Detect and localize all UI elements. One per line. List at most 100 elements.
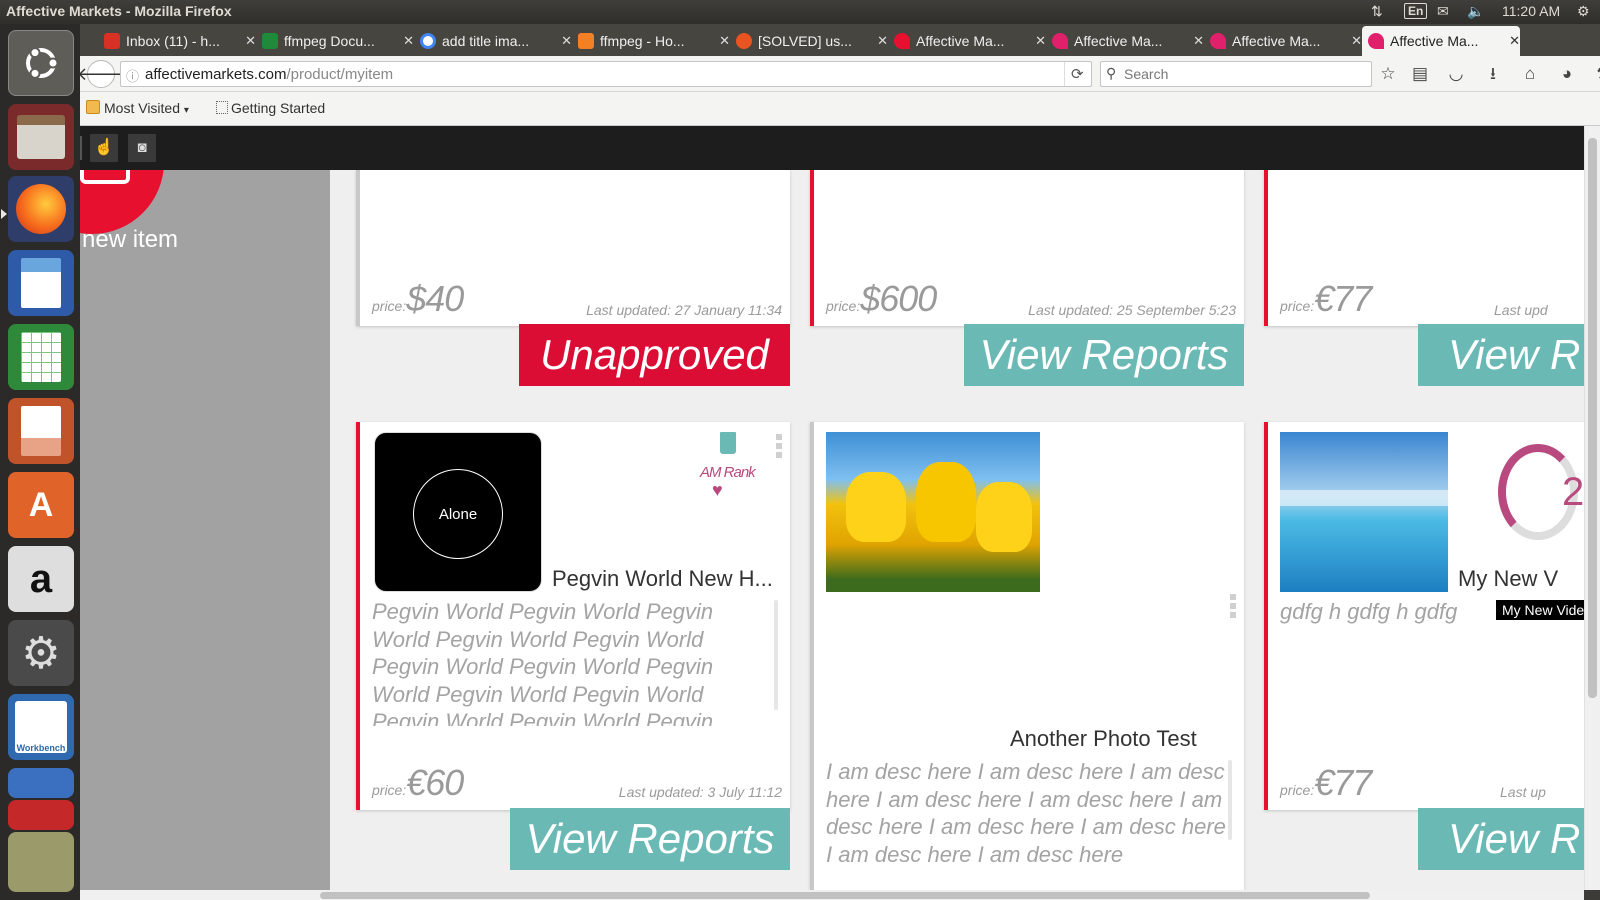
product-card[interactable]: price:€77 Last upd bbox=[1264, 170, 1584, 326]
libreoffice-calc-icon[interactable] bbox=[8, 324, 74, 390]
affective-icon bbox=[894, 33, 910, 49]
product-card[interactable]: price:$600 Last updated: 25 September 5:… bbox=[810, 170, 1244, 326]
affective-icon bbox=[1368, 33, 1384, 49]
description-scrollbar[interactable] bbox=[774, 600, 778, 710]
getting-started-link[interactable]: Getting Started bbox=[231, 100, 325, 116]
url-bar[interactable]: ⓘ affectivemarkets.com/product/myitem ⟳ bbox=[120, 61, 1092, 87]
tab-gmail[interactable]: Inbox (11) - h... ✕ bbox=[98, 26, 256, 56]
tab-stackoverflow[interactable]: ffmpeg - Ho... ✕ bbox=[572, 26, 730, 56]
product-card[interactable]: price:$40 Last updated: 27 January 11:34 bbox=[356, 170, 790, 326]
heart-icon[interactable]: ♥ bbox=[712, 480, 723, 501]
unapproved-button[interactable]: Unapproved bbox=[519, 324, 790, 386]
tab-affective-active[interactable]: Affective Ma... ✕ bbox=[1362, 26, 1520, 56]
price-value: $40 bbox=[406, 278, 464, 319]
product-description: I am desc here I am desc here I am desc … bbox=[826, 759, 1226, 867]
new-item-label[interactable]: new item bbox=[82, 226, 178, 254]
pocket-icon[interactable]: ◡ bbox=[1444, 62, 1468, 86]
back-button[interactable]: 🡐 bbox=[77, 60, 125, 88]
volume-icon[interactable]: 🔈 bbox=[1467, 3, 1484, 20]
clock[interactable]: 11:20 AM bbox=[1502, 3, 1560, 19]
mail-icon[interactable]: ✉ bbox=[1437, 3, 1449, 20]
price-value: $600 bbox=[860, 278, 937, 319]
vertical-scrollbar[interactable] bbox=[1584, 126, 1600, 890]
libreoffice-impress-icon[interactable] bbox=[8, 398, 74, 464]
site-info-icon[interactable]: ⓘ bbox=[126, 66, 139, 85]
most-visited-menu[interactable]: Most Visited ▾ bbox=[104, 100, 189, 116]
pool-photo[interactable] bbox=[1280, 432, 1448, 592]
description-scrollbar[interactable] bbox=[1228, 760, 1232, 840]
bookmark-star-icon[interactable]: ☆ bbox=[1376, 62, 1400, 86]
close-icon[interactable]: ✕ bbox=[1193, 33, 1204, 49]
tab-google[interactable]: add title ima... ✕ bbox=[414, 26, 572, 56]
product-card-photo-test[interactable]: Another Photo Test I am desc here I am d… bbox=[810, 422, 1244, 890]
view-reports-button[interactable]: View Reports bbox=[510, 808, 790, 870]
system-settings-icon[interactable]: ⚙ bbox=[8, 620, 74, 686]
tools-icon[interactable]: ⚒ bbox=[1592, 62, 1600, 86]
close-icon[interactable]: ✕ bbox=[1035, 33, 1046, 49]
price-label: price: bbox=[1280, 298, 1315, 314]
power-gear-icon[interactable]: ⚙ bbox=[1577, 3, 1590, 20]
tab-ubuntu-forums[interactable]: [SOLVED] us... ✕ bbox=[730, 26, 888, 56]
horizontal-scrollbar[interactable] bbox=[80, 890, 1584, 900]
close-icon[interactable]: ✕ bbox=[1351, 33, 1362, 49]
firefox-icon[interactable] bbox=[8, 176, 74, 242]
libreoffice-writer-icon[interactable] bbox=[8, 250, 74, 316]
close-icon[interactable]: ✕ bbox=[877, 33, 888, 49]
amazon-icon[interactable]: a bbox=[8, 546, 74, 612]
files-icon[interactable] bbox=[8, 104, 74, 170]
trash-icon[interactable] bbox=[720, 432, 736, 454]
network-arrows-icon[interactable]: ⇅ bbox=[1371, 3, 1383, 20]
tab-label: ffmpeg - Ho... bbox=[600, 33, 685, 49]
price-label: price: bbox=[372, 782, 407, 798]
product-title[interactable]: My New V bbox=[1458, 566, 1584, 592]
price-label: price: bbox=[372, 298, 407, 314]
price: price:€77 bbox=[1280, 278, 1372, 320]
product-title[interactable]: Pegvin World New H... bbox=[552, 566, 784, 592]
tab-affective-2[interactable]: Affective Ma... ✕ bbox=[1046, 26, 1204, 56]
more-menu-icon[interactable] bbox=[776, 434, 782, 461]
price: price:€77 bbox=[1280, 762, 1372, 804]
url-domain: affectivemarkets.com bbox=[145, 66, 287, 83]
product-thumbnail[interactable]: Alone bbox=[374, 432, 542, 592]
product-title[interactable]: Another Photo Test bbox=[1010, 726, 1238, 752]
software-center-icon[interactable]: A bbox=[8, 472, 74, 538]
vertical-scroll-thumb[interactable] bbox=[1588, 138, 1597, 698]
downloads-icon[interactable]: ⭳ bbox=[1481, 62, 1505, 86]
close-icon[interactable]: ✕ bbox=[719, 33, 730, 49]
am-rank-label: AM Rank bbox=[700, 464, 756, 481]
view-reports-button[interactable]: View Reports bbox=[964, 324, 1244, 386]
close-icon[interactable]: ✕ bbox=[561, 33, 572, 49]
tulip-photo[interactable] bbox=[826, 432, 1040, 592]
view-reports-button[interactable]: View R bbox=[1418, 808, 1584, 870]
close-icon[interactable]: ✕ bbox=[1509, 33, 1520, 49]
last-updated: Last updated: 27 January 11:34 bbox=[586, 302, 782, 318]
scanner-icon[interactable] bbox=[8, 832, 74, 892]
home-icon[interactable]: ⌂ bbox=[1518, 62, 1542, 86]
reload-icon[interactable]: ⟳ bbox=[1071, 65, 1084, 83]
tab-affective-3[interactable]: Affective Ma... ✕ bbox=[1204, 26, 1362, 56]
tab-affective-1[interactable]: Affective Ma... ✕ bbox=[888, 26, 1046, 56]
close-icon[interactable]: ✕ bbox=[245, 33, 256, 49]
ffmpeg-icon bbox=[262, 33, 278, 49]
tab-ffmpeg-docs[interactable]: ffmpeg Docu... ✕ bbox=[256, 26, 414, 56]
pointer-tool-icon[interactable]: ☝ bbox=[90, 134, 118, 162]
ubuntu-dash-icon[interactable] bbox=[8, 30, 74, 96]
horizontal-scroll-thumb[interactable] bbox=[320, 892, 1370, 899]
tulip-shape bbox=[976, 482, 1032, 552]
keyboard-layout-indicator[interactable]: En bbox=[1404, 3, 1428, 19]
camera-icon[interactable]: ◙ bbox=[128, 134, 156, 162]
more-menu-icon[interactable] bbox=[1230, 594, 1236, 621]
search-placeholder: Search bbox=[1124, 66, 1169, 82]
mysql-workbench-icon[interactable]: Workbench bbox=[8, 694, 74, 760]
price-label: price: bbox=[826, 298, 861, 314]
search-input[interactable]: ⚲ Search bbox=[1100, 61, 1372, 87]
affective-icon bbox=[1210, 33, 1226, 49]
close-icon[interactable]: ✕ bbox=[403, 33, 414, 49]
product-card-pegvin[interactable]: Alone AM Rank ♥ Pegvin World New H... Pe… bbox=[356, 422, 790, 810]
hello-chat-icon[interactable]: ◕ bbox=[1555, 62, 1579, 86]
filezilla-icon[interactable] bbox=[8, 800, 74, 830]
reading-list-icon[interactable]: ▤ bbox=[1408, 62, 1432, 86]
price-value: €77 bbox=[1314, 278, 1372, 319]
view-reports-button[interactable]: View R bbox=[1418, 324, 1584, 386]
app-icon-partial[interactable] bbox=[8, 768, 74, 798]
